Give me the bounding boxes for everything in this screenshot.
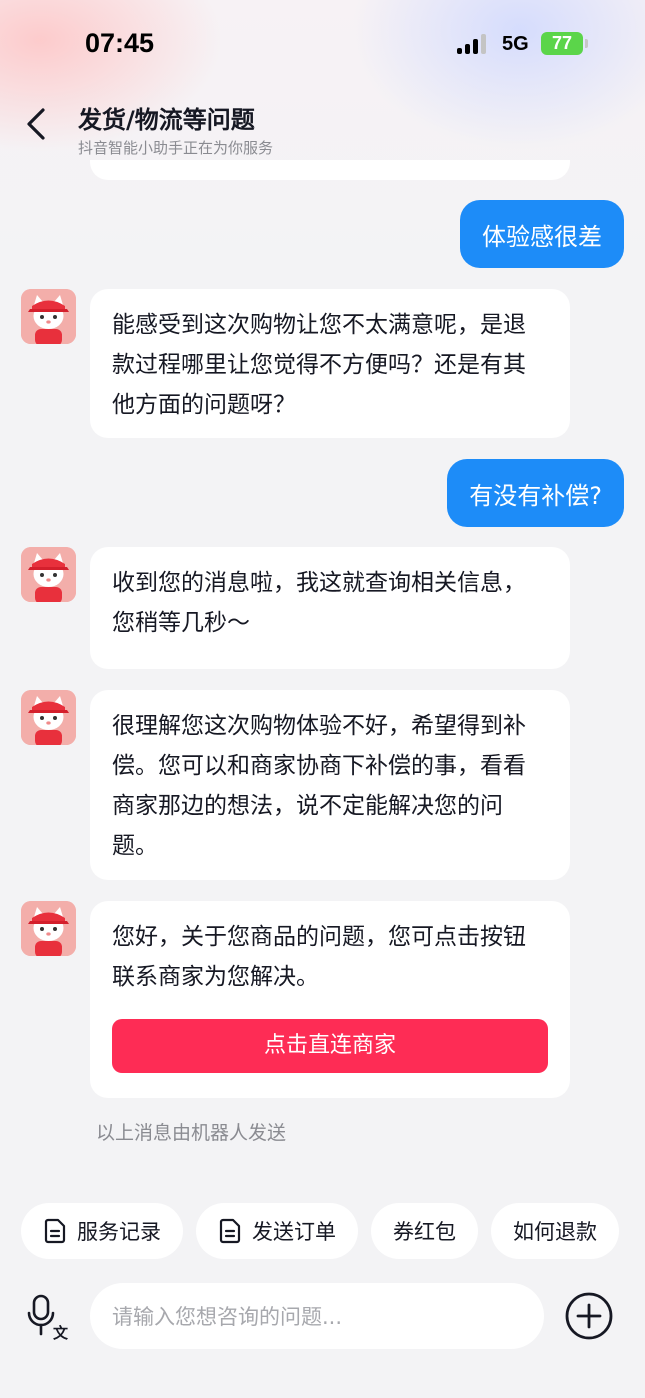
bot-message-text: 很理解您这次购物体验不好，希望得到补偿。您可以和商家协商下补偿的事，看看商家那边…: [112, 713, 526, 859]
user-message-text: 体验感很差: [482, 222, 602, 251]
chevron-left-icon: [27, 108, 45, 140]
back-button[interactable]: [22, 104, 52, 144]
plus-circle-icon: [565, 1292, 613, 1340]
document-icon: [44, 1218, 66, 1244]
bot-note: 以上消息由机器人发送: [96, 1122, 287, 1144]
previous-message-bubble: [90, 160, 570, 180]
quick-action-label: 券红包: [393, 1220, 456, 1244]
user-message: 体验感很差: [460, 200, 624, 268]
voice-input-button[interactable]: 文: [26, 1294, 74, 1342]
quick-action-service-records[interactable]: 服务记录: [21, 1203, 183, 1259]
quick-action-label: 服务记录: [77, 1220, 161, 1244]
signal-icon: [457, 34, 491, 54]
bot-avatar: [21, 547, 76, 602]
page-subtitle: 抖音智能小助手正在为你服务: [78, 139, 274, 157]
bot-avatar: [21, 690, 76, 745]
bot-message: 收到您的消息啦，我这就查询相关信息，您稍等几秒～: [90, 547, 570, 669]
bot-message-text: 能感受到这次购物让您不太满意呢，是退款过程哪里让您觉得不方便吗？还是有其他方面的…: [112, 312, 526, 418]
bot-message: 能感受到这次购物让您不太满意呢，是退款过程哪里让您觉得不方便吗？还是有其他方面的…: [90, 289, 570, 438]
user-message-text: 有没有补偿?: [469, 481, 602, 510]
bot-avatar: [21, 289, 76, 344]
document-icon: [219, 1218, 241, 1244]
quick-action-how-to-refund[interactable]: 如何退款: [491, 1203, 619, 1259]
message-input-placeholder: 请输入您想咨询的问题...: [112, 1305, 343, 1329]
more-options-button[interactable]: [564, 1291, 614, 1341]
bot-message: 很理解您这次购物体验不好，希望得到补偿。您可以和商家协商下补偿的事，看看商家那边…: [90, 690, 570, 880]
battery-icon: 77: [541, 32, 583, 55]
user-message: 有没有补偿?: [447, 459, 624, 527]
battery-tip: [585, 39, 588, 48]
contact-merchant-button[interactable]: 点击直连商家: [112, 1019, 548, 1073]
quick-actions: 服务记录 发送订单 券红包 如何退款: [21, 1203, 619, 1259]
quick-action-label: 如何退款: [513, 1220, 597, 1244]
bot-message: 您好，关于您商品的问题，您可点击按钮联系商家为您解决。 点击直连商家: [90, 901, 570, 1098]
bot-message-text: 收到您的消息啦，我这就查询相关信息，您稍等几秒～: [112, 570, 526, 636]
bot-message-text: 您好，关于您商品的问题，您可点击按钮联系商家为您解决。: [112, 924, 526, 990]
status-bar: 07:45 5G 77: [0, 0, 645, 90]
quick-action-label: 发送订单: [252, 1220, 336, 1244]
network-label: 5G: [502, 33, 529, 55]
quick-action-coupons[interactable]: 券红包: [371, 1203, 478, 1259]
quick-action-send-order[interactable]: 发送订单: [196, 1203, 358, 1259]
page-title: 发货/物流等问题: [78, 106, 255, 134]
status-time: 07:45: [85, 28, 155, 58]
bot-avatar: [21, 901, 76, 956]
message-input[interactable]: 请输入您想咨询的问题...: [90, 1283, 544, 1349]
svg-text:文: 文: [53, 1324, 69, 1340]
microphone-icon: 文: [27, 1294, 69, 1342]
